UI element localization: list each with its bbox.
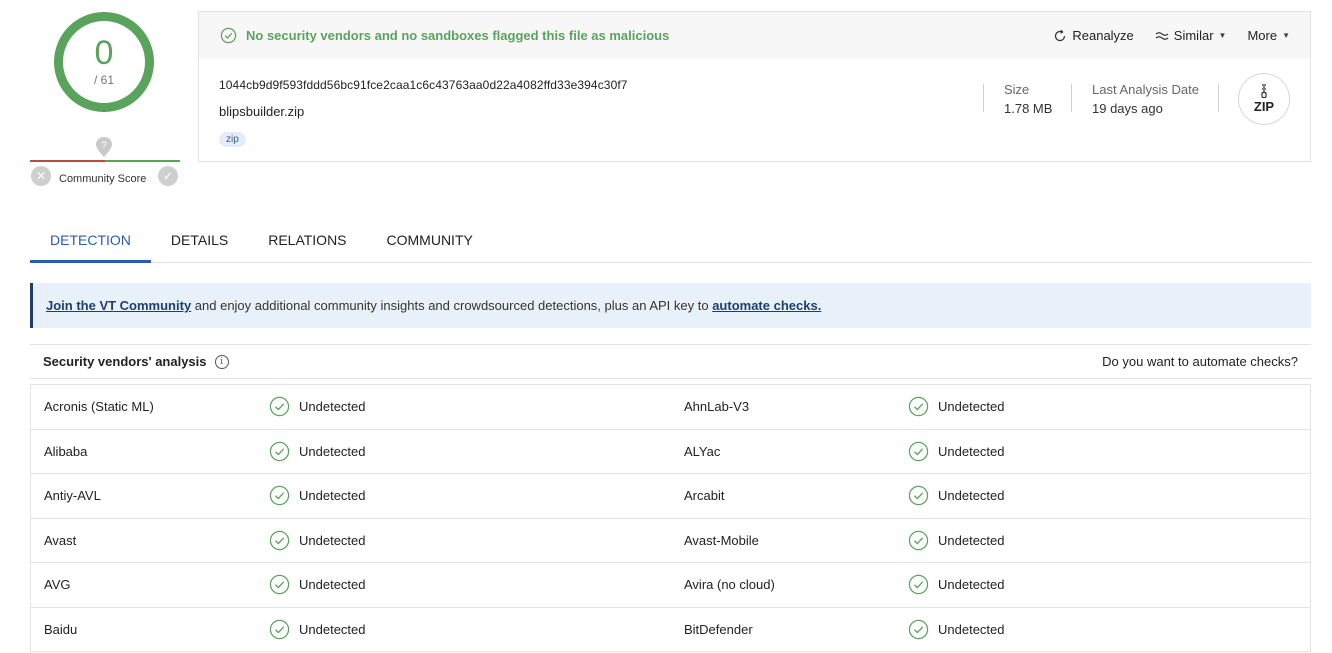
vendor-name: Baidu: [44, 621, 78, 637]
check-circle-icon: [908, 530, 929, 550]
vendor-result: Undetected: [299, 621, 366, 637]
zip-label: ZIP: [1253, 99, 1275, 114]
vendor-name: Avira (no cloud): [684, 577, 775, 593]
vendor-result: Undetected: [938, 532, 1005, 548]
last-analysis-info: Last Analysis Date 19 days ago: [1092, 82, 1199, 116]
check-circle-icon: [269, 441, 290, 461]
vendor-name: Avast-Mobile: [684, 532, 759, 548]
size-label: Size: [1004, 82, 1030, 97]
check-circle-icon: [908, 441, 929, 461]
file-tag[interactable]: zip: [219, 132, 246, 147]
vendor-name: Alibaba: [44, 443, 88, 459]
status-bar: No security vendors and no sandboxes fla…: [199, 12, 1310, 59]
vendor-name: Antiy-AVL: [44, 488, 101, 504]
tab-details[interactable]: DETAILS: [151, 218, 248, 262]
vendor-result: Undetected: [299, 488, 366, 504]
community-score-marker-text: ?: [101, 141, 107, 152]
check-circle-icon: [908, 619, 929, 639]
vote-malicious-icon[interactable]: ✕: [31, 166, 51, 186]
check-circle-icon: [908, 486, 929, 506]
vendor-name: BitDefender: [684, 621, 753, 637]
vendors-table: Acronis (Static ML) Undetected AhnLab-V3 Un…: [30, 384, 1311, 652]
score-ring: 0 / 61: [54, 12, 154, 112]
more-label: More: [1247, 28, 1278, 43]
vote-harmless-icon[interactable]: ✓: [158, 166, 178, 186]
file-actions: Reanalyze Similar ▼ More ▼: [1053, 12, 1290, 59]
refresh-icon: [1055, 29, 1066, 41]
vendor-result: Undetected: [938, 577, 1005, 593]
chevron-down-icon: ▼: [1282, 31, 1290, 40]
table-row: Baidu Undetected BitDefender Undetected: [31, 608, 1310, 652]
file-hash[interactable]: 1044cb9d9f593fddd56bc91fce2caa1c6c43763a…: [219, 78, 628, 92]
similar-label: Similar: [1173, 28, 1214, 43]
check-circle-icon: [908, 575, 929, 595]
community-banner: Join the VT Community and enjoy addition…: [30, 283, 1311, 328]
file-name: blipsbuilder.zip: [219, 104, 305, 119]
vendor-result: Undetected: [938, 488, 1005, 504]
check-circle-icon: [269, 575, 290, 595]
automate-checks-prompt[interactable]: Do you want to automate checks?: [1102, 354, 1298, 369]
vendor-name: AhnLab-V3: [684, 399, 750, 415]
table-row: Avast Undetected Avast-Mobile Undetected: [31, 519, 1310, 563]
table-row: AVG Undetected Avira (no cloud) Undetected: [31, 563, 1310, 608]
vendor-name: Arcabit: [684, 488, 725, 504]
table-row: Acronis (Static ML) Undetected AhnLab-V3 Un…: [31, 385, 1310, 430]
check-circle-icon: [269, 619, 290, 639]
check-circle-icon: [908, 397, 929, 417]
check-circle-icon: [269, 397, 290, 417]
size-value: 1.78 MB: [1004, 101, 1053, 116]
community-score-label: Community Score: [59, 173, 147, 185]
community-score-bar: [30, 160, 180, 162]
file-summary-card: No security vendors and no sandboxes fla…: [198, 11, 1311, 162]
detection-score-widget: 0 / 61 ? ✕ Community Score ✓: [30, 8, 180, 193]
report-tabs: DETECTION DETAILS RELATIONS COMMUNITY: [30, 218, 1311, 263]
last-analysis-value: 19 days ago: [1092, 101, 1163, 116]
last-analysis-label: Last Analysis Date: [1092, 82, 1199, 97]
tab-detection[interactable]: DETECTION: [30, 218, 151, 263]
vendors-header: Security vendors' analysis i Do you want…: [30, 344, 1311, 379]
vendor-name: Acronis (Static ML): [44, 399, 154, 415]
engine-total: / 61: [93, 72, 114, 87]
vendor-result: Undetected: [299, 577, 366, 593]
check-circle-icon: [269, 530, 290, 550]
detection-count: 0: [94, 33, 114, 72]
zipper-icon: [1261, 84, 1267, 98]
divider: [1218, 84, 1219, 112]
vendor-name: ALYac: [684, 443, 721, 459]
automate-checks-link[interactable]: automate checks.: [712, 298, 821, 313]
vendor-result: Undetected: [938, 399, 1005, 415]
vendor-result: Undetected: [938, 621, 1005, 637]
reanalyze-button[interactable]: Reanalyze: [1053, 28, 1134, 43]
tab-relations[interactable]: RELATIONS: [248, 218, 366, 262]
community-score-marker-icon: ?: [96, 137, 112, 157]
divider: [983, 84, 984, 112]
vendor-name: Avast: [44, 532, 77, 548]
vendors-title: Security vendors' analysis: [43, 354, 207, 369]
table-row: Alibaba Undetected ALYac Undetected: [31, 430, 1310, 474]
vendor-result: Undetected: [299, 399, 366, 415]
vendor-result: Undetected: [938, 443, 1005, 459]
vendor-name: AVG: [44, 577, 71, 593]
divider: [1071, 84, 1072, 112]
similar-icon: [1155, 31, 1169, 40]
chevron-down-icon: ▼: [1218, 31, 1227, 40]
table-row: Antiy-AVL Undetected Arcabit Undetected: [31, 474, 1310, 519]
more-dropdown[interactable]: More ▼: [1247, 28, 1290, 43]
reanalyze-label: Reanalyze: [1072, 28, 1134, 43]
check-circle-icon: [269, 486, 290, 506]
tab-community[interactable]: COMMUNITY: [367, 218, 493, 262]
vendor-result: Undetected: [299, 443, 366, 459]
similar-dropdown[interactable]: Similar ▼: [1155, 28, 1227, 43]
check-circle-icon: [220, 27, 237, 44]
size-info: Size 1.78 MB: [1004, 82, 1052, 116]
zip-file-icon: ZIP: [1238, 73, 1290, 125]
info-icon[interactable]: i: [214, 354, 229, 369]
join-community-link[interactable]: Join the VT Community: [46, 298, 191, 313]
banner-text: and enjoy additional community insights …: [191, 298, 713, 313]
vendor-result: Undetected: [299, 532, 366, 548]
status-message: No security vendors and no sandboxes fla…: [246, 28, 670, 43]
